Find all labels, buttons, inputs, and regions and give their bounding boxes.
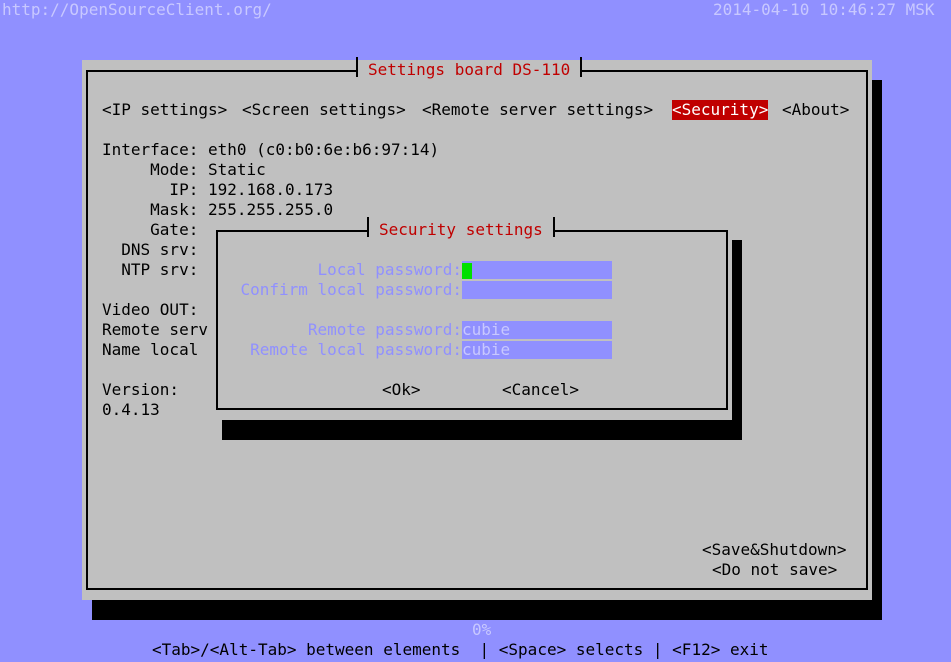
help-line: <Tab>/<Alt-Tab> between elements | <Spac…	[152, 640, 769, 659]
main-window-title: Settings board DS-110	[356, 57, 583, 80]
remote-password-label: Remote password:	[307, 320, 462, 339]
tab-about[interactable]: <About>	[782, 100, 849, 120]
mode-line: Mode: Static	[102, 160, 266, 179]
text-cursor	[462, 262, 472, 279]
name-local-line: Name local	[102, 340, 199, 359]
remote-password-input[interactable]: cubie	[462, 321, 612, 339]
save-shutdown-button[interactable]: <Save&Shutdown>	[702, 540, 847, 560]
datetime-text: 2014-04-10 10:46:27 MSK	[713, 0, 935, 19]
tab-remote-server-settings[interactable]: <Remote server settings>	[422, 100, 653, 120]
version-value: 0.4.13	[102, 400, 160, 419]
url-text: http://OpenSourceClient.org/	[2, 0, 272, 19]
interface-line: Interface: eth0 (c0:b0:6e:b6:97:14)	[102, 140, 440, 159]
confirm-password-input[interactable]	[462, 281, 612, 299]
gate-line: Gate:	[102, 220, 199, 239]
local-password-label: Local password:	[317, 260, 463, 279]
security-dialog-title: Security settings	[367, 217, 555, 240]
tab-security[interactable]: <Security>	[672, 100, 769, 120]
progress-text: 0%	[472, 620, 492, 639]
mask-line: Mask: 255.255.255.0	[102, 200, 334, 219]
remote-local-password-label: Remote local password:	[250, 340, 462, 359]
ntp-line: NTP srv:	[102, 260, 199, 279]
tab-ip-settings[interactable]: <IP settings>	[102, 100, 227, 120]
video-out-line: Video OUT:	[102, 300, 199, 319]
ok-button[interactable]: <Ok>	[382, 380, 421, 400]
remote-server-line: Remote serv	[102, 320, 208, 339]
version-label: Version:	[102, 380, 180, 399]
do-not-save-button[interactable]: <Do not save>	[712, 560, 837, 580]
confirm-password-label: Confirm local password:	[240, 280, 462, 299]
cancel-button[interactable]: <Cancel>	[502, 380, 579, 400]
ip-line: IP: 192.168.0.173	[102, 180, 334, 199]
dns-line: DNS srv:	[102, 240, 199, 259]
tab-screen-settings[interactable]: <Screen settings>	[242, 100, 406, 120]
remote-local-password-input[interactable]: cubie	[462, 341, 612, 359]
security-dialog: Security settings Local password: Confir…	[212, 217, 732, 420]
local-password-input[interactable]	[462, 261, 612, 279]
